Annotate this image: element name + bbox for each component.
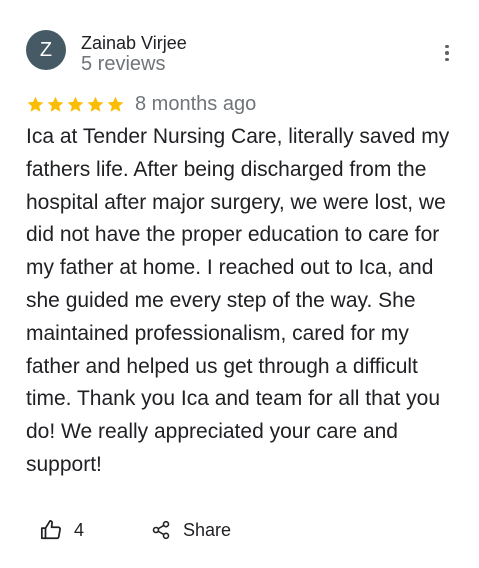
star-icon — [47, 96, 64, 112]
rating-row: 8 months ago — [26, 92, 256, 116]
star-icon — [107, 96, 124, 112]
review-date: 8 months ago — [135, 93, 257, 115]
thumbs-up-icon — [40, 519, 62, 541]
star-icon — [27, 96, 44, 112]
author-review-count: 5 reviews — [81, 53, 166, 75]
review-card: Z Zainab Virjee 5 reviews 8 months ago I… — [0, 0, 479, 568]
star-rating — [26, 95, 125, 114]
author-name[interactable]: Zainab Virjee — [81, 32, 187, 54]
like-button[interactable]: 4 — [40, 514, 84, 546]
review-text: Ica at Tender Nursing Care, literally sa… — [26, 125, 450, 476]
more-vert-icon-dot — [445, 51, 449, 55]
like-count: 4 — [74, 520, 85, 540]
more-options-button[interactable] — [436, 40, 458, 66]
more-vert-icon-dot — [445, 57, 449, 62]
star-icon — [87, 96, 104, 112]
share-label: Share — [183, 520, 232, 540]
avatar[interactable]: Z — [26, 30, 66, 70]
share-icon — [151, 520, 171, 540]
more-vert-icon — [445, 44, 449, 49]
share-button[interactable]: Share — [151, 514, 231, 546]
star-icon — [67, 96, 84, 112]
